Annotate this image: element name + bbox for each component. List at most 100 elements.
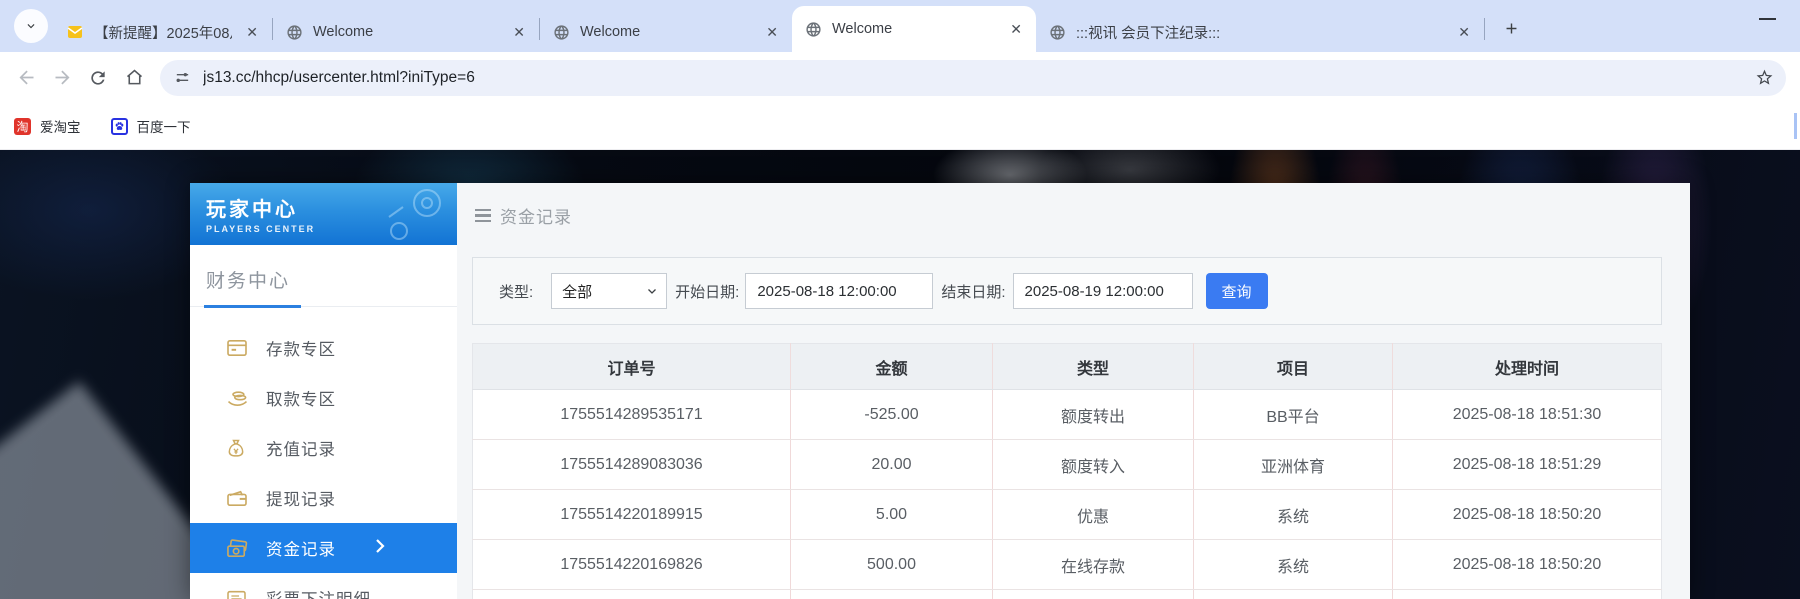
browser-window: 【新提醒】2025年08月18日 2 ✕ Welcome ✕ Welcome ✕… <box>0 0 1800 599</box>
money-bag-icon <box>226 438 253 458</box>
table-row: 175551428908303620.00额度转入亚洲体育2025-08-18 … <box>473 440 1662 490</box>
funds-record-icon <box>226 539 253 558</box>
table-cell <box>1194 590 1393 599</box>
table-header-row: 订单号金额类型项目处理时间 <box>473 344 1662 390</box>
sidebar-item-label: 取款专区 <box>266 386 336 410</box>
menu-lines-icon <box>475 209 491 223</box>
table-cell: 2025-08-18 18:50:20 <box>1393 540 1662 590</box>
funds-table-wrap: 订单号金额类型项目处理时间 1755514289535171-525.00额度转… <box>472 343 1662 599</box>
sidebar-item-lottery-bet-detail[interactable]: 彩票下注明细 <box>190 573 457 599</box>
main-content: 资金记录 类型: 全部 开始日期: 2025-08-18 12:00:00 结束… <box>457 183 1690 599</box>
end-date-input[interactable]: 2025-08-19 12:00:00 <box>1013 273 1193 309</box>
refresh-button[interactable] <box>80 60 116 96</box>
table-cell: 1755514289083036 <box>473 440 791 490</box>
bookmark-label: 百度一下 <box>137 116 191 136</box>
home-button[interactable] <box>116 60 152 96</box>
page-title: 资金记录 <box>500 203 572 228</box>
tab-video-bet-records[interactable]: :::视讯 会员下注纪录::: ✕ <box>1036 12 1484 52</box>
search-button[interactable]: 查询 <box>1206 273 1268 309</box>
type-select[interactable]: 全部 <box>551 273 667 309</box>
close-tab-icon[interactable]: ✕ <box>760 23 784 41</box>
window-minimize-button[interactable] <box>1759 18 1776 20</box>
table-cell <box>473 590 791 599</box>
bookmark-baidu[interactable]: 百度一下 <box>111 116 191 136</box>
forward-icon <box>52 67 73 88</box>
bookmark-star-icon[interactable] <box>1755 68 1774 87</box>
tab-search-button[interactable] <box>14 9 48 43</box>
bookmark-aitaobao[interactable]: 淘 爱淘宝 <box>14 116 81 136</box>
sidebar-item-withdrawal-record[interactable]: 提现记录 <box>190 473 457 523</box>
start-date-label: 开始日期: <box>675 281 739 302</box>
forward-button[interactable] <box>44 60 80 96</box>
table-cell: 额度转入 <box>993 440 1194 490</box>
table-cell: 1755514220169826 <box>473 540 791 590</box>
globe-favicon <box>552 23 570 41</box>
sidebar-item-label: 存款专区 <box>266 336 336 360</box>
table-cell: -525.00 <box>791 390 993 440</box>
globe-favicon <box>285 23 303 41</box>
back-icon <box>16 67 37 88</box>
table-cell: BB平台 <box>1194 390 1393 440</box>
table-cell: 2025-08-18 18:51:29 <box>1393 440 1662 490</box>
game-controller-icon <box>379 187 449 241</box>
tab-notification[interactable]: 【新提醒】2025年08月18日 2 ✕ <box>54 12 272 52</box>
sidebar-item-deposit-zone[interactable]: 存款专区 <box>190 323 457 373</box>
refresh-icon <box>88 68 108 88</box>
close-tab-icon[interactable]: ✕ <box>507 23 531 41</box>
back-button[interactable] <box>8 60 44 96</box>
tab-welcome-active[interactable]: Welcome ✕ <box>792 6 1036 52</box>
close-tab-icon[interactable]: ✕ <box>1452 23 1476 41</box>
plus-icon <box>1503 20 1520 37</box>
globe-favicon <box>804 20 822 38</box>
table-cell: 1755514289535171 <box>473 390 791 440</box>
start-date-value: 2025-08-18 12:00:00 <box>757 283 896 300</box>
site-info-icon[interactable] <box>174 69 191 86</box>
url-text[interactable]: js13.cc/hhcp/usercenter.html?iniType=6 <box>203 69 1755 87</box>
address-bar[interactable]: js13.cc/hhcp/usercenter.html?iniType=6 <box>160 60 1786 96</box>
table-cell: 2025-08-18 18:51:30 <box>1393 390 1662 440</box>
end-date-value: 2025-08-19 12:00:00 <box>1025 283 1164 300</box>
sidebar-header: 玩家中心 PLAYERS CENTER <box>190 183 457 245</box>
withdraw-hand-icon <box>226 389 253 407</box>
scrollbar-hint[interactable] <box>1794 113 1797 139</box>
deposit-card-icon <box>226 339 253 357</box>
tab-title: Welcome <box>580 24 752 40</box>
table-cell: 优惠 <box>993 490 1194 540</box>
type-select-value: 全部 <box>562 281 592 302</box>
start-date-input[interactable]: 2025-08-18 12:00:00 <box>745 273 933 309</box>
table-cell: 5.00 <box>791 490 993 540</box>
home-icon <box>124 67 145 88</box>
table-cell: 系统 <box>1194 490 1393 540</box>
chevron-down-icon <box>646 285 658 297</box>
tab-separator <box>1484 18 1485 40</box>
table-cell: 20.00 <box>791 440 993 490</box>
funds-table: 订单号金额类型项目处理时间 1755514289535171-525.00额度转… <box>472 343 1662 599</box>
tab-welcome-1[interactable]: Welcome ✕ <box>273 12 539 52</box>
table-header-cell: 项目 <box>1194 344 1393 390</box>
bookmarks-bar: 淘 爱淘宝 百度一下 <box>0 103 1800 150</box>
sidebar-item-recharge-record[interactable]: 充值记录 <box>190 423 457 473</box>
tab-title: 【新提醒】2025年08月18日 2 <box>94 22 232 43</box>
table-cell <box>791 590 993 599</box>
sidebar-item-funds-record[interactable]: 资金记录 <box>190 523 457 573</box>
end-date-label: 结束日期: <box>941 281 1005 302</box>
tab-welcome-2[interactable]: Welcome ✕ <box>540 12 792 52</box>
table-header-cell: 类型 <box>993 344 1194 390</box>
table-cell: 500.00 <box>791 540 993 590</box>
table-cell: 2025-08-18 18:50:20 <box>1393 490 1662 540</box>
taobao-icon: 淘 <box>14 118 31 135</box>
tab-title: :::视讯 会员下注纪录::: <box>1076 22 1444 43</box>
webpage-viewport: 玩家中心 PLAYERS CENTER 财务中心 存款专区 <box>0 150 1800 599</box>
sidebar-item-label: 彩票下注明细 <box>266 586 371 599</box>
sidebar-item-label: 资金记录 <box>266 536 336 560</box>
table-cell: 在线存款 <box>993 540 1194 590</box>
finance-center-section-title: 财务中心 <box>190 245 457 293</box>
table-cell: 系统 <box>1194 540 1393 590</box>
close-tab-icon[interactable]: ✕ <box>1004 20 1028 38</box>
sidebar-item-withdraw-zone[interactable]: 取款专区 <box>190 373 457 423</box>
notification-favicon <box>66 23 84 41</box>
new-tab-button[interactable] <box>1495 12 1527 44</box>
close-tab-icon[interactable]: ✕ <box>240 23 264 41</box>
globe-favicon <box>1048 23 1066 41</box>
tab-strip: 【新提醒】2025年08月18日 2 ✕ Welcome ✕ Welcome ✕… <box>0 0 1800 52</box>
